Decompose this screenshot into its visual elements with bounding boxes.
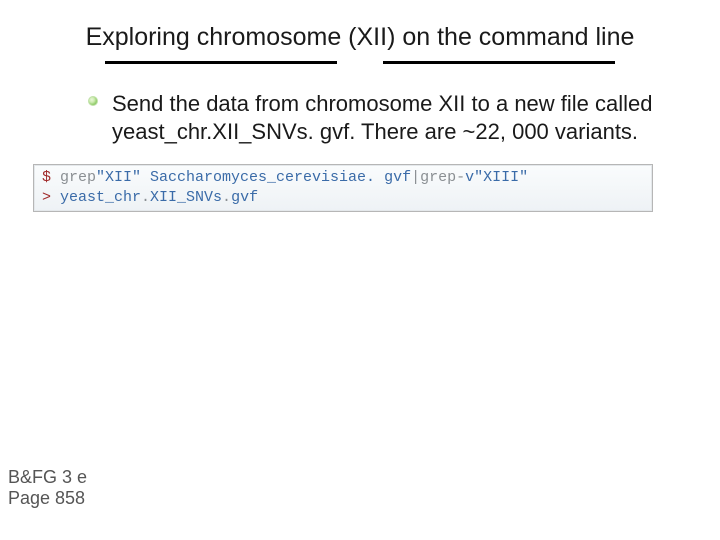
cmd-arg-1: "XII" Saccharomyces_cerevisiae. gvf (96, 168, 411, 188)
cmd-arg-2: "XIII" (474, 168, 528, 188)
slide-title-wrap: Exploring chromosome (XII) on the comman… (60, 22, 660, 53)
cmd-out-3: gvf (231, 188, 258, 208)
slide-title: Exploring chromosome (XII) on the comman… (86, 22, 635, 53)
footnote: B&FG 3 e Page 858 (8, 467, 87, 510)
footnote-line-2: Page 858 (8, 488, 87, 510)
cmd-grep-1: grep (60, 168, 96, 188)
cmd-flag-v: v (465, 168, 474, 188)
prompt-dollar: $ (42, 168, 60, 188)
cmd-pipe: | (411, 168, 420, 188)
cmd-grep-2: grep (420, 168, 456, 188)
footnote-line-1: B&FG 3 e (8, 467, 87, 489)
bullet-icon (88, 96, 98, 106)
body-block: Send the data from chromosome XII to a n… (88, 90, 660, 145)
cmd-out-1: yeast_chr (60, 188, 141, 208)
bullet-cell (88, 90, 104, 145)
terminal-line-1: $ grep "XII" Saccharomyces_cerevisiae. g… (42, 168, 644, 188)
terminal-line-2: > yeast_chr . XII_SNVs . gvf (42, 188, 644, 208)
cmd-out-2: XII_SNVs (150, 188, 222, 208)
cmd-out-dot1: . (141, 188, 150, 208)
terminal-block: $ grep "XII" Saccharomyces_cerevisiae. g… (33, 164, 653, 212)
rule-left (105, 61, 337, 64)
body-text: Send the data from chromosome XII to a n… (112, 90, 660, 145)
cmd-out-dot2: . (222, 188, 231, 208)
title-rule (105, 53, 615, 71)
cmd-dash: - (456, 168, 465, 188)
prompt-redirect: > (42, 188, 60, 208)
rule-right (383, 61, 615, 64)
